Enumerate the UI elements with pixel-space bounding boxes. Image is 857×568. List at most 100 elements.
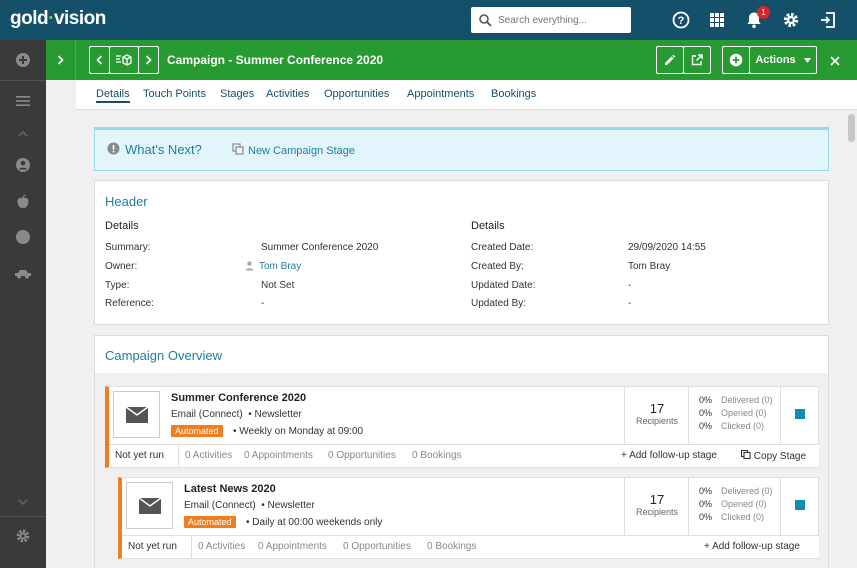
recipients-count[interactable]: 17 Recipients: [627, 492, 687, 517]
previous-record-button[interactable]: [89, 46, 110, 74]
record-header-bar: Campaign - Summer Conference 2020 Action…: [46, 40, 857, 80]
owner-label: Owner:: [105, 261, 138, 272]
global-search[interactable]: [471, 7, 631, 33]
bookings-count[interactable]: 0 Bookings: [427, 541, 476, 552]
column-divider: [624, 478, 625, 535]
opportunities-count[interactable]: 0 Opportunities: [328, 450, 396, 461]
recipients-count[interactable]: 17 Recipients: [627, 401, 687, 426]
activities-count[interactable]: 0 Activities: [185, 450, 232, 461]
circle-icon[interactable]: [13, 227, 33, 247]
header-panel-title: Header: [105, 194, 148, 209]
stage-schedule: • Weekly on Monday at 09:00: [233, 426, 364, 437]
stage-name[interactable]: Latest News 2020: [184, 483, 276, 495]
chevron-right-icon: [145, 55, 152, 65]
chevron-right-icon: [57, 55, 64, 65]
person-icon: [245, 261, 254, 271]
actions-dropdown-button[interactable]: Actions: [749, 46, 817, 74]
pencil-icon: [665, 54, 676, 65]
stage-status-square: [795, 500, 805, 510]
add-followup-stage-link[interactable]: + Add follow-up stage: [704, 541, 800, 552]
settings-gear-icon[interactable]: [781, 10, 801, 30]
tab-activities[interactable]: Activities: [266, 88, 309, 100]
add-button[interactable]: [722, 46, 750, 74]
actions-label: Actions: [755, 54, 796, 66]
opportunities-count[interactable]: 0 Opportunities: [343, 541, 411, 552]
vehicle-icon[interactable]: [13, 263, 33, 283]
logout-icon[interactable]: [818, 10, 838, 30]
details-heading-right: Details: [471, 220, 505, 232]
chevron-left-icon: [96, 55, 103, 65]
copy-icon: [740, 449, 751, 460]
new-campaign-stage-link[interactable]: New Campaign Stage: [248, 145, 355, 157]
envelope-icon: [138, 497, 161, 514]
record-type-button[interactable]: [109, 46, 139, 74]
email-stage-thumbnail: [113, 391, 160, 438]
run-status: Not yet run: [115, 450, 164, 461]
column-divider: [780, 478, 781, 535]
caret-down-icon: [803, 57, 811, 63]
tab-stages[interactable]: Stages: [220, 88, 254, 100]
envelope-icon: [125, 406, 148, 423]
campaign-stage-card[interactable]: Summer Conference 2020 Email (Connect) •…: [105, 386, 819, 468]
menu-hamburger-icon[interactable]: [13, 91, 33, 111]
appointments-count[interactable]: 0 Appointments: [258, 541, 327, 552]
notifications-bell-icon[interactable]: 1: [744, 6, 770, 30]
add-icon[interactable]: [13, 50, 33, 70]
contact-person-icon[interactable]: [13, 155, 33, 175]
created-date-label: Created Date:: [471, 242, 534, 253]
tab-details[interactable]: Details: [96, 88, 130, 103]
expand-panel-button[interactable]: [46, 40, 76, 80]
created-date-value: 29/09/2020 14:55: [628, 242, 706, 253]
type-label: Type:: [105, 280, 130, 291]
type-value: Not Set: [261, 280, 295, 291]
close-record-button[interactable]: [826, 52, 844, 70]
email-stage-thumbnail: [126, 482, 173, 529]
campaign-overview-title: Campaign Overview: [105, 348, 223, 363]
sidebar-divider: [0, 516, 46, 517]
details-heading-left: Details: [105, 220, 139, 232]
automated-badge: Automated: [184, 516, 236, 528]
email-stats: 0% Delivered (0) 0% Opened (0) 0% Clicked (…: [699, 486, 773, 522]
column-divider: [624, 387, 625, 444]
sidebar-settings-gear-icon[interactable]: [13, 526, 33, 546]
bookings-count[interactable]: 0 Bookings: [412, 450, 461, 461]
scroll-thumb[interactable]: [848, 114, 855, 142]
svg-text:?: ?: [678, 15, 685, 27]
stage-type: Email (Connect) • Newsletter: [184, 500, 315, 511]
search-icon: [479, 13, 492, 27]
open-external-button[interactable]: [683, 46, 711, 74]
stage-schedule: • Daily at 00:00 weekends only: [246, 517, 383, 528]
apps-grid-icon[interactable]: [707, 10, 727, 30]
tab-bookings[interactable]: Bookings: [491, 88, 536, 100]
updated-by-label: Updated By:: [471, 298, 527, 309]
stage-name[interactable]: Summer Conference 2020: [171, 392, 306, 404]
activities-count[interactable]: 0 Activities: [198, 541, 245, 552]
appointments-count[interactable]: 0 Appointments: [244, 450, 313, 461]
reference-value: -: [261, 298, 265, 309]
column-divider: [688, 478, 689, 535]
notification-count-badge: 1: [757, 6, 770, 19]
tab-touch-points[interactable]: Touch Points: [143, 88, 206, 100]
apple-icon[interactable]: [13, 191, 33, 211]
main-scrollbar[interactable]: [846, 110, 857, 568]
help-icon[interactable]: ?: [671, 10, 691, 30]
external-link-icon: [691, 54, 703, 66]
left-sidebar: [0, 40, 46, 568]
add-followup-stage-link[interactable]: + Add follow-up stage: [621, 450, 717, 461]
whats-next-title: What's Next?: [125, 142, 202, 157]
scroll-down-chevron-icon[interactable]: [13, 492, 33, 512]
scroll-up-chevron-icon[interactable]: [13, 124, 33, 144]
tab-appointments[interactable]: Appointments: [407, 88, 474, 100]
summary-label: Summary:: [105, 242, 151, 253]
column-divider: [780, 387, 781, 444]
owner-link[interactable]: Tom Bray: [259, 261, 301, 272]
edit-button[interactable]: [656, 46, 684, 74]
search-input[interactable]: [498, 14, 618, 26]
copy-stage-link[interactable]: Copy Stage: [740, 449, 806, 462]
tab-opportunities[interactable]: Opportunities: [324, 88, 389, 100]
gold-vision-logo[interactable]: gold·vision: [10, 8, 106, 30]
next-record-button[interactable]: [138, 46, 159, 74]
campaign-stage-card[interactable]: Latest News 2020 Email (Connect) • Newsl…: [118, 477, 819, 559]
column-divider: [191, 536, 192, 558]
email-stats: 0% Delivered (0) 0% Opened (0) 0% Clicked (…: [699, 395, 773, 431]
